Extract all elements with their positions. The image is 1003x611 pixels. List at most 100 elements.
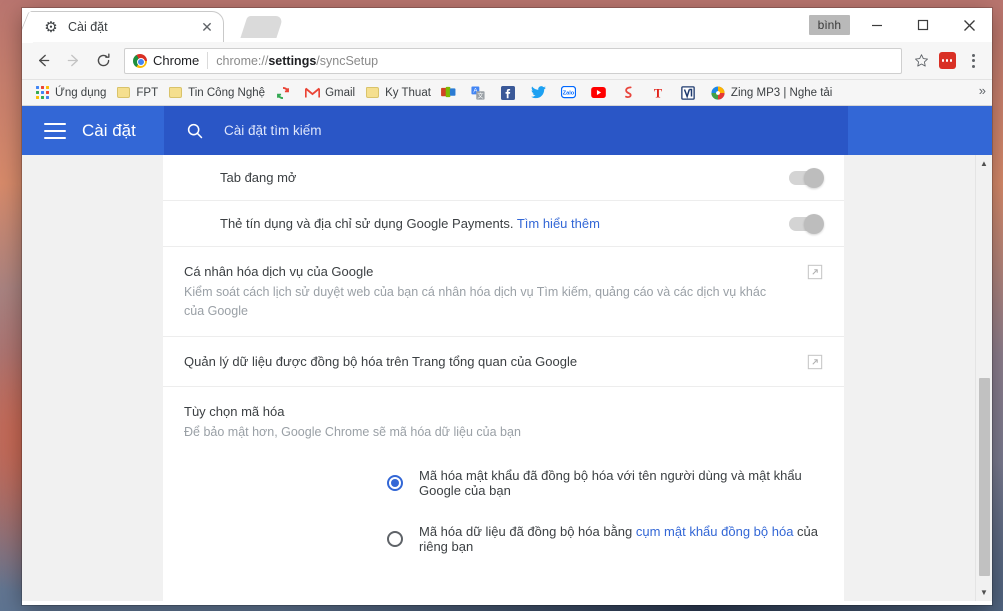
url-bold-part: settings (268, 53, 317, 68)
external-link-icon[interactable] (807, 264, 823, 280)
setting-row-dashboard[interactable]: Quản lý dữ liệu được đồng bộ hóa trên Tr… (163, 337, 844, 387)
encryption-options-block: Tùy chọn mã hóa Để bảo mật hơn, Google C… (163, 387, 844, 584)
chrome-browser-window: ⚙ Cài đặt ✕ bình Chrome chrome://setting… (22, 8, 992, 605)
folder-icon (168, 85, 183, 100)
setting-row-open-tabs[interactable]: Tab đang mở (163, 155, 844, 201)
window-controls: bình (808, 8, 992, 42)
extension-button[interactable] (934, 48, 960, 74)
facebook-icon (501, 85, 516, 100)
radio-option-google-password[interactable]: Mã hóa mật khẩu đã đồng bộ hóa với tên n… (184, 468, 823, 498)
address-bar[interactable]: Chrome chrome://settings/syncSetup (124, 47, 902, 74)
site-identity-label: Chrome (153, 53, 200, 68)
bookmark-item-ky-thuat[interactable]: Ky Thuat (360, 83, 436, 103)
radio-label-prefix: Mã hóa dữ liệu đã đồng bộ hóa bằng (419, 524, 636, 539)
new-tab-button[interactable] (240, 16, 284, 38)
zalo-icon: Zalo (560, 85, 576, 100)
gmail-icon (305, 85, 321, 100)
tab-settings[interactable]: ⚙ Cài đặt ✕ (30, 11, 224, 42)
tinhte-icon: T (651, 85, 666, 100)
bookmark-item-sticker[interactable] (616, 83, 646, 103)
learn-more-link[interactable]: Tìm hiểu thêm (517, 216, 600, 231)
sync-icon (275, 85, 290, 100)
radio-option-passphrase[interactable]: Mã hóa dữ liệu đã đồng bộ hóa bằng cụm m… (184, 524, 823, 554)
bookmark-label: Zing MP3 | Nghe tải (730, 86, 833, 99)
maximize-icon (917, 19, 929, 31)
youtube-icon (591, 85, 606, 100)
extension-icon (938, 52, 956, 69)
site-identity-badge: Chrome (133, 52, 209, 69)
reload-button[interactable] (88, 46, 118, 76)
chrome-menu-button[interactable] (962, 48, 984, 74)
row-label: Thẻ tín dụng và địa chỉ sử dụng Google P… (220, 216, 789, 231)
bookmark-item-office[interactable] (436, 83, 466, 103)
bookmark-label: Gmail (325, 86, 356, 99)
sync-settings-card: Tab đang mở Thẻ tín dụng và địa chỉ sử d… (163, 155, 844, 601)
toggle-open-tabs[interactable] (789, 167, 824, 188)
settings-search-box[interactable] (164, 106, 848, 155)
toggle-payments[interactable] (789, 213, 824, 234)
settings-page: Cài đặt Tab đang mở (22, 106, 992, 601)
folder-icon (365, 85, 380, 100)
close-icon[interactable]: ✕ (199, 19, 215, 35)
bookmark-item-youtube[interactable] (586, 83, 616, 103)
browser-toolbar: Chrome chrome://settings/syncSetup (22, 42, 992, 80)
minimize-icon (872, 24, 882, 27)
sticker-icon (621, 85, 636, 100)
office-icon (440, 85, 456, 100)
bookmark-label: FPT (136, 86, 159, 99)
bookmark-apps-label: Ứng dụng (55, 86, 107, 99)
payments-label-text: Thẻ tín dụng và địa chỉ sử dụng Google P… (220, 216, 514, 231)
bookmark-star-icon[interactable] (910, 50, 932, 72)
vnexpress-icon (681, 85, 696, 100)
gear-icon: ⚙ (44, 18, 58, 36)
bookmark-apps[interactable]: Ứng dụng (30, 83, 111, 103)
forward-button[interactable] (58, 46, 88, 76)
bookmark-item-facebook[interactable] (496, 83, 526, 103)
close-window-button[interactable] (946, 8, 992, 42)
bookmarks-bar: Ứng dụng FPT Tin Công Nghệ Gmail Ky Thua… (22, 80, 992, 106)
back-button[interactable] (28, 46, 58, 76)
hamburger-icon[interactable] (44, 122, 66, 139)
bookmark-item-gmail[interactable]: Gmail (300, 83, 360, 103)
bookmark-item-tin-cong-nghe[interactable]: Tin Công Nghệ (163, 83, 270, 103)
profile-chip[interactable]: bình (808, 15, 850, 35)
minimize-button[interactable] (854, 8, 900, 42)
tab-strip: ⚙ Cài đặt ✕ bình (22, 8, 992, 42)
bookmarks-overflow-button[interactable]: » (979, 83, 986, 98)
chrome-logo-icon (133, 53, 147, 68)
bookmark-item-zalo[interactable]: Zalo (556, 83, 586, 103)
setting-row-payments[interactable]: Thẻ tín dụng và địa chỉ sử dụng Google P… (163, 201, 844, 247)
bookmark-item-zing-mp3[interactable]: Zing MP3 | Nghe tải (706, 83, 837, 103)
back-arrow-icon (38, 54, 49, 67)
scrollbar-thumb[interactable] (979, 378, 990, 576)
radio-button-unselected[interactable] (387, 531, 403, 547)
reload-icon (97, 53, 110, 67)
encryption-subtitle: Để bảo mật hơn, Google Chrome sẽ mã hóa … (184, 425, 521, 439)
google-translate-icon: A文 (471, 85, 486, 100)
external-link-icon[interactable] (807, 354, 823, 370)
bookmark-item-google-translate[interactable]: A文 (466, 83, 496, 103)
close-icon (963, 19, 975, 31)
bookmark-item-sync[interactable] (270, 83, 300, 103)
bookmark-label: Tin Công Nghệ (188, 86, 266, 99)
search-input[interactable] (224, 123, 848, 138)
page-scrollbar[interactable]: ▲ ▼ (975, 155, 992, 601)
scroll-up-button[interactable]: ▲ (976, 155, 992, 172)
radio-button-selected[interactable] (387, 475, 403, 491)
tab-title: Cài đặt (68, 20, 108, 34)
settings-header: Cài đặt (22, 106, 992, 155)
bookmark-item-tinhte[interactable]: T (646, 83, 676, 103)
bookmark-item-twitter[interactable] (526, 83, 556, 103)
radio-label: Mã hóa dữ liệu đã đồng bộ hóa bằng cụm m… (419, 524, 823, 554)
maximize-button[interactable] (900, 8, 946, 42)
scroll-down-button[interactable]: ▼ (976, 584, 992, 601)
section-subtitle: Kiểm soát cách lịch sử duyệt web của bạn… (184, 285, 767, 318)
bookmark-item-fpt[interactable]: FPT (111, 83, 163, 103)
apps-grid-icon (35, 85, 50, 100)
address-bar-url: chrome://settings/syncSetup (216, 54, 378, 68)
setting-row-personalization[interactable]: Cá nhân hóa dịch vụ của Google Kiểm soát… (163, 247, 844, 337)
passphrase-link[interactable]: cụm mật khẩu đồng bộ hóa (636, 524, 794, 539)
forward-arrow-icon (67, 54, 78, 67)
section-title: Quản lý dữ liệu được đồng bộ hóa trên Tr… (184, 354, 578, 369)
bookmark-item-vnexpress[interactable] (676, 83, 706, 103)
